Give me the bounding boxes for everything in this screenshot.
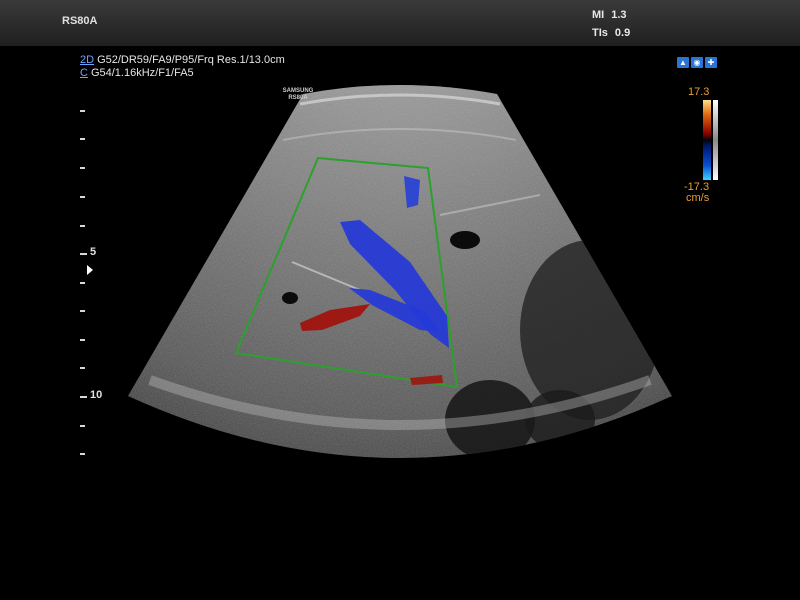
watermark-model: RS80A bbox=[288, 95, 308, 101]
depth-tick bbox=[80, 339, 85, 341]
b-mode-sector bbox=[128, 85, 672, 458]
depth-tick bbox=[80, 453, 85, 455]
depth-tick bbox=[80, 282, 85, 284]
velocity-scale-max: 17.3 bbox=[688, 86, 710, 98]
depth-label-10: 10 bbox=[90, 389, 103, 401]
watermark-brand: SAMSUNG bbox=[282, 88, 314, 94]
body-icon[interactable]: ◉ bbox=[691, 57, 703, 68]
probe-icon-group: ▲ ◉ ✚ bbox=[677, 57, 717, 68]
vessel-lumen-right bbox=[450, 231, 480, 249]
color-velocity-bar bbox=[703, 100, 711, 180]
watermark: SAMSUNG RS80A bbox=[274, 88, 322, 102]
settings-icon[interactable]: ✚ bbox=[705, 57, 717, 68]
depth-tick bbox=[80, 138, 85, 140]
focus-marker-icon[interactable] bbox=[87, 265, 93, 275]
velocity-scale-unit: cm/s bbox=[686, 192, 710, 204]
depth-label-5: 5 bbox=[90, 246, 97, 258]
depth-tick-5 bbox=[80, 253, 87, 255]
depth-tick bbox=[80, 110, 85, 112]
depth-tick-10 bbox=[80, 396, 87, 398]
depth-tick bbox=[80, 310, 85, 312]
depth-tick bbox=[80, 167, 85, 169]
depth-tick bbox=[80, 196, 85, 198]
vessel-lumen-left bbox=[282, 292, 298, 304]
probe-icon[interactable]: ▲ bbox=[677, 57, 689, 68]
depth-tick bbox=[80, 225, 85, 227]
grayscale-reference-bar bbox=[713, 100, 718, 180]
ultrasound-image bbox=[128, 85, 672, 458]
depth-tick bbox=[80, 425, 85, 427]
depth-tick bbox=[80, 367, 85, 369]
dark-structure-right bbox=[520, 240, 660, 420]
